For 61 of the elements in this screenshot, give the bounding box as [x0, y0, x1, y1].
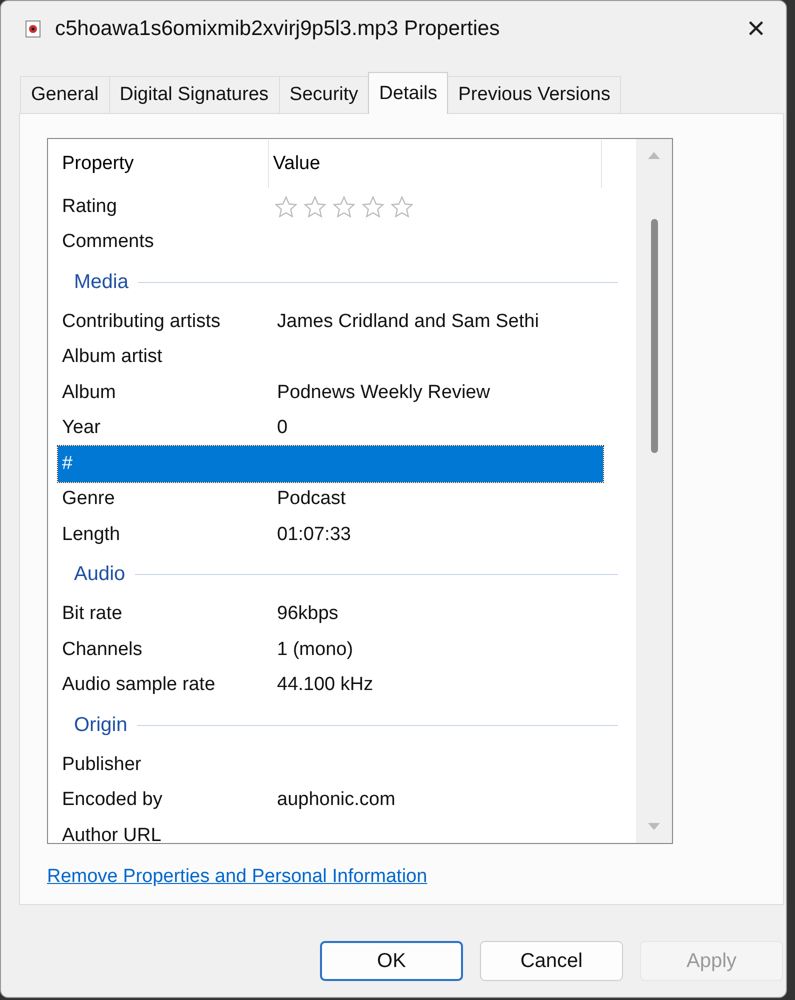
dialog-button[interactable]: OK	[320, 941, 463, 981]
property-row[interactable]: Encoded by auphonic.com	[58, 782, 603, 818]
property-row[interactable]: #	[58, 446, 603, 482]
tab[interactable]: Previous Versions	[447, 76, 622, 113]
property-row[interactable]: Channels 1 (mono)	[58, 632, 603, 668]
property-name: Author URL	[61, 824, 162, 843]
star-icon	[331, 194, 357, 219]
property-name: Length	[61, 524, 122, 546]
tab[interactable]: Details	[368, 72, 448, 114]
remove-properties-link[interactable]: Remove Properties and Personal Information	[47, 866, 428, 888]
property-value: 01:07:33	[277, 524, 351, 546]
property-row[interactable]: Length 01:07:33	[58, 517, 603, 552]
group-heading: Origin	[74, 714, 128, 736]
property-value: Podcast	[277, 488, 346, 510]
property-value: 0	[277, 417, 288, 440]
property-row[interactable]: Rating	[58, 189, 603, 224]
property-value: 1 (mono)	[277, 638, 354, 661]
property-row[interactable]: Bit rate 96kbps	[58, 596, 603, 632]
property-name: Album artist	[61, 346, 164, 368]
star-icon	[302, 194, 328, 219]
property-value: 96kbps	[277, 603, 338, 626]
property-name: Encoded by	[61, 789, 164, 812]
star-icon	[360, 194, 386, 219]
audio-file-icon	[25, 20, 41, 38]
property-name: Rating	[61, 196, 118, 218]
property-name: Year	[61, 417, 102, 440]
property-name: Contributing artists	[61, 310, 222, 333]
group-heading: Audio	[74, 563, 126, 586]
property-name: Publisher	[61, 754, 142, 776]
property-value: James Cridland and Sam Sethi	[277, 310, 539, 333]
column-header[interactable]: Property	[58, 140, 269, 188]
property-row[interactable]: Year 0	[58, 410, 603, 446]
tab[interactable]: General	[20, 76, 110, 113]
property-row[interactable]: Contributing artists James Cridland and Sam Sethi	[58, 304, 603, 340]
property-row[interactable]: Album Podnews Weekly Review	[58, 375, 603, 410]
scrollbar[interactable]	[636, 139, 672, 843]
property-name: Audio sample rate	[61, 674, 216, 696]
scroll-thumb[interactable]	[650, 219, 658, 453]
property-name: Bit rate	[61, 603, 124, 626]
property-row[interactable]: Album artist	[58, 340, 603, 375]
property-value: 44.100 kHz	[277, 674, 374, 696]
property-row[interactable]: Audio sample rate 44.100 kHz	[58, 668, 603, 703]
group-heading: Media	[74, 270, 128, 294]
property-value: auphonic.com	[277, 789, 396, 812]
property-row[interactable]: Comments	[58, 224, 603, 260]
star-icon	[273, 194, 299, 219]
property-row[interactable]: Publisher	[58, 747, 603, 782]
window-title: c5hoawa1s6omixmib2xvirj9p5l3.mp3 Properties	[55, 17, 501, 41]
property-row[interactable]: Author URL	[58, 818, 603, 843]
property-name: #	[61, 452, 74, 475]
star-icon	[389, 194, 415, 219]
property-name: Genre	[61, 488, 116, 510]
property-name: Comments	[61, 231, 155, 254]
property-name: Album	[61, 382, 117, 404]
star-rating[interactable]	[273, 194, 415, 219]
column-header[interactable]: Value	[269, 140, 602, 188]
close-button[interactable]: ✕	[726, 4, 786, 54]
property-value: Podnews Weekly Review	[277, 382, 490, 404]
property-name: Channels	[61, 638, 144, 661]
property-row[interactable]: Genre Podcast	[58, 482, 603, 517]
dialog-button[interactable]: Cancel	[480, 941, 623, 981]
